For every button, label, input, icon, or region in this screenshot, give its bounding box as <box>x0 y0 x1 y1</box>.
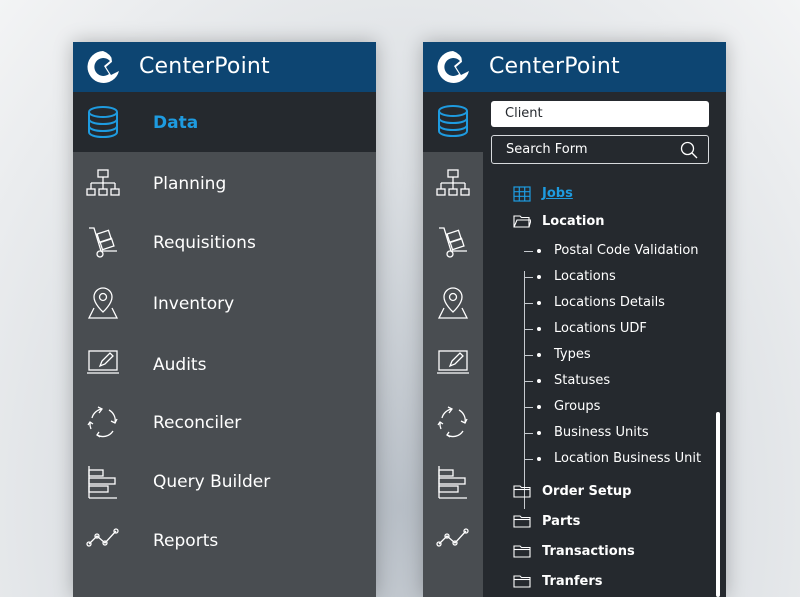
grid-icon <box>513 186 531 202</box>
brand-name: CenterPoint <box>489 54 620 79</box>
hand-truck-icon <box>86 225 120 259</box>
tree-item-business-units[interactable]: Business Units <box>423 420 726 446</box>
tree-label-parts: Parts <box>542 514 581 529</box>
brand-bar: CenterPoint <box>73 42 376 92</box>
tree-label: Types <box>554 347 591 362</box>
folder-icon <box>513 485 531 498</box>
tree-label: Statuses <box>554 373 611 388</box>
tree-bullet <box>537 301 541 305</box>
main-menu-collapsed-with-tree: CenterPoint Client Search Form Jobs Loca… <box>423 42 726 597</box>
folder-open-icon <box>513 215 531 228</box>
tree-label: Postal Code Validation <box>554 243 699 258</box>
tree-item-types[interactable]: Types <box>423 342 726 368</box>
tree-label: Groups <box>554 399 601 414</box>
menu-item-planning[interactable]: Planning <box>73 154 376 214</box>
tree-item-jobs[interactable]: Jobs <box>423 180 726 206</box>
client-input[interactable]: Client <box>491 101 709 127</box>
menu-label-requisitions: Requisitions <box>153 233 256 253</box>
menu-item-inventory[interactable]: Inventory <box>73 274 376 334</box>
menu-item-data[interactable]: Data <box>73 92 376 152</box>
tree-connector <box>524 407 533 408</box>
tree-bullet <box>537 327 541 331</box>
tree-connector <box>524 251 533 252</box>
tree-connector <box>524 303 533 304</box>
bar-chart-icon <box>86 465 120 499</box>
tree-label: Locations <box>554 269 616 284</box>
search-icon[interactable] <box>680 141 698 159</box>
folder-icon <box>513 575 531 588</box>
menu-item-audits[interactable]: Audits <box>73 334 376 394</box>
centerpoint-logo-icon <box>87 51 119 83</box>
tree-label-jobs: Jobs <box>542 186 573 201</box>
tree-item-postal-code-validation[interactable]: Postal Code Validation <box>423 238 726 264</box>
tree-bullet <box>537 249 541 253</box>
tree-bullet <box>537 275 541 279</box>
tree-bullet <box>537 379 541 383</box>
folder-icon <box>513 545 531 558</box>
menu-label-reconciler: Reconciler <box>153 413 242 433</box>
menu-label-audits: Audits <box>153 355 207 375</box>
recycle-icon <box>86 405 120 439</box>
tree-bullet <box>537 405 541 409</box>
tree-label: Location Business Unit <box>554 451 702 466</box>
tree-bullet <box>537 431 541 435</box>
tree-label-order-setup: Order Setup <box>542 484 632 499</box>
tree-connector <box>524 277 533 278</box>
folder-icon <box>513 515 531 528</box>
tree-item-locations-details[interactable]: Locations Details <box>423 290 726 316</box>
main-menu-expanded: CenterPoint Data Planning Requisitions I… <box>73 42 376 597</box>
tree-folder-transactions[interactable]: Transactions <box>423 539 726 565</box>
menu-item-requisitions[interactable]: Requisitions <box>73 213 376 273</box>
database-icon <box>436 104 470 138</box>
tree-bullet <box>537 457 541 461</box>
tree-scrollbar[interactable] <box>716 412 720 597</box>
org-chart-icon <box>86 167 120 201</box>
tree-folder-order-setup[interactable]: Order Setup <box>423 479 726 505</box>
tree-label: Business Units <box>554 425 649 440</box>
database-icon <box>86 105 120 139</box>
tree-label-location: Location <box>542 214 605 229</box>
tree-connector <box>524 433 533 434</box>
tree-connector <box>524 459 533 460</box>
tree-label: Locations Details <box>554 295 665 310</box>
tree-label-tranfers: Tranfers <box>542 574 603 589</box>
tree-item-locations[interactable]: Locations <box>423 264 726 290</box>
rail-item-data[interactable] <box>423 92 483 152</box>
tree-item-statuses[interactable]: Statuses <box>423 368 726 394</box>
brand-bar: CenterPoint <box>423 42 726 92</box>
line-chart-icon <box>86 522 120 556</box>
menu-item-reports[interactable]: Reports <box>73 510 376 570</box>
search-form-placeholder: Search Form <box>506 142 588 157</box>
tree-bullet <box>537 353 541 357</box>
search-form-input[interactable]: Search Form <box>491 135 709 164</box>
menu-label-inventory: Inventory <box>153 294 235 314</box>
tree-item-location-business-unit[interactable]: Location Business Unit <box>423 446 726 472</box>
laptop-edit-icon <box>86 346 120 380</box>
tree-folder-tranfers[interactable]: Tranfers <box>423 569 726 595</box>
tree-connector <box>524 355 533 356</box>
brand-name: CenterPoint <box>139 54 270 79</box>
tree-item-locations-udf[interactable]: Locations UDF <box>423 316 726 342</box>
menu-label-planning: Planning <box>153 174 227 194</box>
tree-folder-location[interactable]: Location <box>423 209 726 235</box>
tree-connector <box>524 381 533 382</box>
menu-item-query-builder[interactable]: Query Builder <box>73 452 376 512</box>
map-pin-icon <box>86 286 120 320</box>
menu-label-reports: Reports <box>153 531 219 551</box>
centerpoint-logo-icon <box>437 51 469 83</box>
tree-label-transactions: Transactions <box>542 544 635 559</box>
tree-label: Locations UDF <box>554 321 647 336</box>
tree-connector <box>524 329 533 330</box>
tree-item-groups[interactable]: Groups <box>423 394 726 420</box>
tree-folder-parts[interactable]: Parts <box>423 509 726 535</box>
menu-label-query-builder: Query Builder <box>153 472 271 492</box>
menu-item-reconciler[interactable]: Reconciler <box>73 393 376 453</box>
menu-label-data: Data <box>153 113 199 133</box>
